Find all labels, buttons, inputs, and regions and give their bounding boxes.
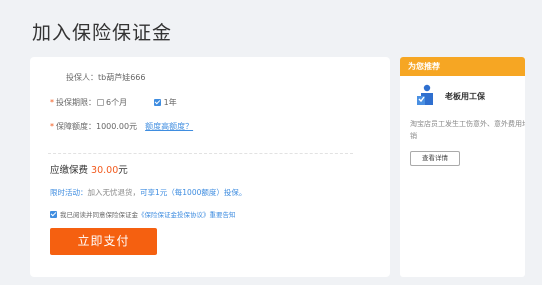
agreement-link[interactable]: 《保险保证金投保协议》: [138, 211, 210, 219]
required-asterisk: *: [50, 122, 54, 131]
period-6m-label[interactable]: 6个月: [106, 98, 127, 107]
insurance-form-card: 投保人：tb葫芦娃666 * 投保期限： 6个月 1年 * 保障额度：1000.00元…: [30, 57, 390, 277]
promo-row: 限时活动：加入无忧退货，可享1元（每1000额度）投保。: [50, 187, 246, 198]
recommended-product-name: 老板用工保: [445, 92, 485, 101]
page-title: 加入保险保证金: [32, 22, 173, 44]
insured-value: tb葫芦娃666: [98, 73, 146, 82]
period-6m-radio[interactable]: [97, 99, 104, 106]
important-notice-link[interactable]: 重要告知: [210, 211, 236, 219]
fee-label: 应缴保费: [50, 165, 89, 176]
period-row: * 投保期限： 6个月 1年: [50, 97, 177, 108]
pay-now-button[interactable]: 立即支付: [50, 228, 157, 255]
period-label: 投保期限：: [56, 98, 96, 107]
amount-label: 保障额度：: [56, 122, 96, 131]
agree-row: 我已阅读并同意保险保证金《保险保证金投保协议》重要告知: [50, 209, 236, 219]
insured-row: 投保人：tb葫芦娃666: [66, 72, 145, 83]
recommendation-header: 为您推荐: [400, 57, 525, 76]
divider: [48, 153, 353, 154]
agree-text: 我已阅读并同意保险保证金: [60, 211, 138, 219]
fee-value: 30.00: [91, 165, 119, 176]
recommendation-card: 为您推荐 老板用工保 淘宝店员工发生工伤意外、意外费用均可报销 查看详情: [400, 57, 525, 277]
insured-label: 投保人：: [66, 73, 98, 82]
amount-row: * 保障额度：1000.00元 额度高额度？: [50, 121, 193, 132]
promo-highlight: 可享1元（每1000额度）投保。: [140, 188, 247, 197]
view-details-button[interactable]: 查看详情: [410, 151, 460, 166]
fee-row: 应缴保费 30.00元: [50, 162, 128, 176]
required-asterisk: *: [50, 98, 54, 107]
fee-unit: 元: [118, 165, 128, 176]
amount-value: 1000.00元: [96, 122, 138, 131]
recommended-product-desc: 淘宝店员工发生工伤意外、意外费用均可报销: [410, 120, 525, 140]
worker-icon: [417, 84, 433, 105]
agree-checkbox[interactable]: [50, 211, 57, 218]
period-1y-checkbox[interactable]: [153, 99, 161, 106]
period-1y-label[interactable]: 1年: [164, 98, 177, 107]
promo-mid: 加入无忧退货，: [87, 188, 141, 197]
promo-prefix: 限时活动：: [50, 188, 88, 197]
amount-help-link[interactable]: 额度高额度？: [145, 122, 193, 131]
